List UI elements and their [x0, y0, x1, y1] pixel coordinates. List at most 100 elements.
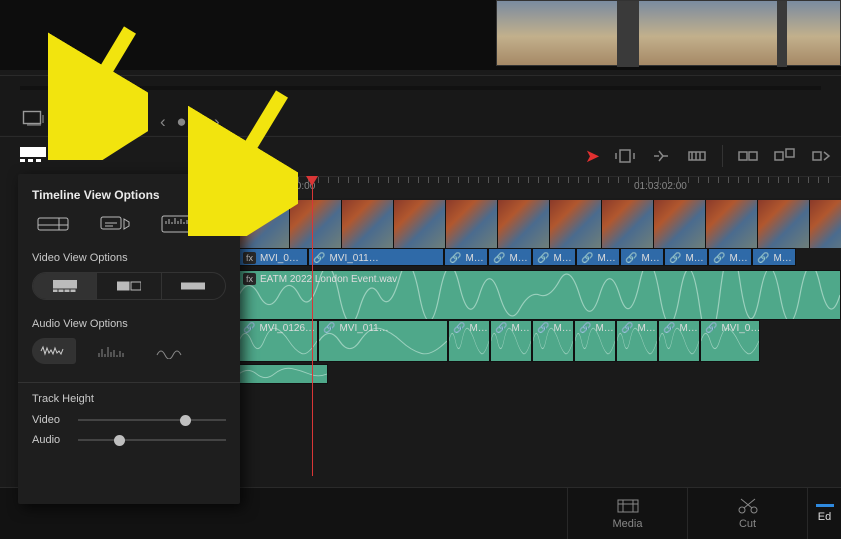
clip-label: MVI_011… [339, 323, 388, 334]
position-ruler[interactable] [20, 86, 821, 90]
audio-clip[interactable]: 🔗 M… [490, 320, 532, 362]
append-end-icon[interactable] [737, 147, 759, 165]
video-clip[interactable]: 🔗 M… [620, 248, 664, 266]
clip-label: M… [511, 323, 529, 334]
audio-track-overflow[interactable] [238, 364, 841, 384]
link-icon: 🔗 [453, 323, 465, 334]
replace-clip-icon[interactable] [686, 147, 708, 165]
link-icon: 🔗 [449, 253, 461, 264]
transform-crop-icon[interactable] [22, 110, 44, 126]
nav-cut-label: Cut [739, 518, 756, 530]
stacked-timelines-toggle-icon[interactable] [34, 212, 72, 236]
insert-clip-icon[interactable] [614, 147, 636, 165]
audio-clip[interactable]: 🔗 M… [658, 320, 700, 362]
timeline-ruler[interactable]: 1:00:00:00 01:03:02:00 [238, 176, 841, 198]
clip-label: M… [553, 323, 571, 334]
audio-clip[interactable]: 🔗 M… [448, 320, 490, 362]
timeline-view-options-button[interactable] [20, 147, 46, 163]
audio-view-options-heading: Audio View Options [32, 318, 226, 330]
clip-label: M… [637, 323, 655, 334]
link-icon: 🔗 [495, 323, 507, 334]
video-clip[interactable]: 🔗 M… [488, 248, 532, 266]
video-clip[interactable]: fxMVI_0… [238, 248, 308, 266]
clip-label: M… [465, 253, 483, 264]
clip-label: M… [641, 253, 659, 264]
video-track-height-slider[interactable] [78, 413, 226, 427]
link-icon: 🔗 [313, 253, 325, 264]
video-clip[interactable]: 🔗 M… [532, 248, 576, 266]
link-icon: 🔗 [705, 323, 717, 334]
link-icon: 🔗 [757, 253, 769, 264]
fit-to-fill-icon[interactable] [809, 147, 831, 165]
nav-media-label: Media [613, 518, 643, 530]
waveform-icon [239, 365, 327, 383]
link-icon: 🔗 [537, 323, 549, 334]
link-icon: 🔗 [581, 253, 593, 264]
viewer-preview-image [496, 0, 841, 66]
clip-label: M… [469, 323, 487, 334]
video-track-clips-row[interactable]: fxMVI_0…🔗MVI_011…🔗M…🔗M…🔗M…🔗M…🔗M…🔗M…🔗M…🔗M… [238, 248, 841, 266]
clip-label: M… [595, 323, 613, 334]
timeline-view-options-popup: Timeline View Options Video View Options… [18, 174, 240, 504]
video-clip[interactable]: 🔗 M… [664, 248, 708, 266]
video-clip[interactable]: 🔗 M… [444, 248, 488, 266]
subtitle-tracks-toggle-icon[interactable] [96, 212, 134, 236]
audio-clip-label: EATM 2022 London Event.wav [260, 274, 397, 285]
page-nav-dots[interactable]: ‹ ● • › [160, 112, 223, 132]
clip-label: M… [679, 323, 697, 334]
audio-clip[interactable]: 🔗 MVI_0… [700, 320, 760, 362]
audio-clip[interactable]: 🔗 M… [532, 320, 574, 362]
link-icon: 🔗 [323, 323, 335, 334]
audio-view-half-waveform-option[interactable] [90, 338, 134, 364]
clip-label: M… [773, 253, 791, 264]
link-icon: 🔗 [243, 323, 255, 334]
audio-view-rectified-option[interactable] [148, 338, 192, 364]
video-view-simple-option[interactable] [162, 273, 225, 299]
video-clip[interactable]: 🔗 MVI_011… [308, 248, 444, 266]
audio-view-full-waveform-option[interactable] [32, 338, 76, 364]
clip-label: MVI_011… [329, 253, 378, 264]
link-icon: 🔗 [625, 253, 637, 264]
clip-label: MVI_0… [721, 323, 760, 334]
link-icon: 🔗 [621, 323, 633, 334]
ripple-overwrite-icon[interactable] [773, 147, 795, 165]
fx-badge-icon: fx [243, 273, 256, 285]
nav-cut-tab[interactable]: Cut [687, 488, 807, 539]
popup-title: Timeline View Options [32, 188, 226, 202]
clip-label: MVI_0… [260, 253, 299, 264]
video-view-thumbnail-option[interactable] [97, 273, 161, 299]
audio-clip[interactable]: 🔗 M… [616, 320, 658, 362]
clip-label: M… [509, 253, 527, 264]
video-clip[interactable]: 🔗 M… [752, 248, 796, 266]
link-icon: 🔗 [493, 253, 505, 264]
nav-media-tab[interactable]: Media [567, 488, 687, 539]
audio-waveforms-toggle-icon[interactable] [158, 212, 196, 236]
audio-clip[interactable]: 🔗 M… [574, 320, 616, 362]
video-track-thumbnails[interactable] [238, 200, 841, 248]
video-view-filmstrip-option[interactable] [33, 273, 97, 299]
audio-track-master[interactable]: fx EATM 2022 London Event.wav [238, 270, 841, 320]
toolbar-divider [722, 145, 723, 167]
link-icon: 🔗 [537, 253, 549, 264]
nav-edit-tab[interactable]: Ed [807, 488, 841, 539]
video-height-slider-label: Video [32, 414, 68, 426]
link-icon: 🔗 [669, 253, 681, 264]
link-icon: 🔗 [713, 253, 725, 264]
clip-label: M… [685, 253, 703, 264]
video-clip[interactable]: 🔗M… [576, 248, 620, 266]
clip-label: MVI_0126… [259, 323, 315, 334]
link-icon: 🔗 [579, 323, 591, 334]
audio-clip[interactable]: 🔗 MVI_0126… [238, 320, 318, 362]
audio-clip[interactable]: 🔗 MVI_011… [318, 320, 448, 362]
clip-label: M… [553, 253, 571, 264]
audio-track-clips-row[interactable]: 🔗 MVI_0126… 🔗 MVI_011… 🔗 M… 🔗 M… 🔗 M… 🔗 M… 🔗 M… 🔗 M… 🔗 MV… [238, 320, 841, 362]
overwrite-clip-icon[interactable] [650, 147, 672, 165]
audio-track-height-slider[interactable] [78, 433, 226, 447]
audio-clip[interactable] [238, 364, 328, 384]
link-icon: 🔗 [663, 323, 675, 334]
selection-arrow-tool-icon[interactable]: ➤ [585, 146, 600, 167]
nav-edit-label: Ed [818, 511, 831, 523]
track-height-heading: Track Height [32, 393, 226, 405]
video-clip[interactable]: 🔗 M… [708, 248, 752, 266]
clip-label: M… [729, 253, 747, 264]
